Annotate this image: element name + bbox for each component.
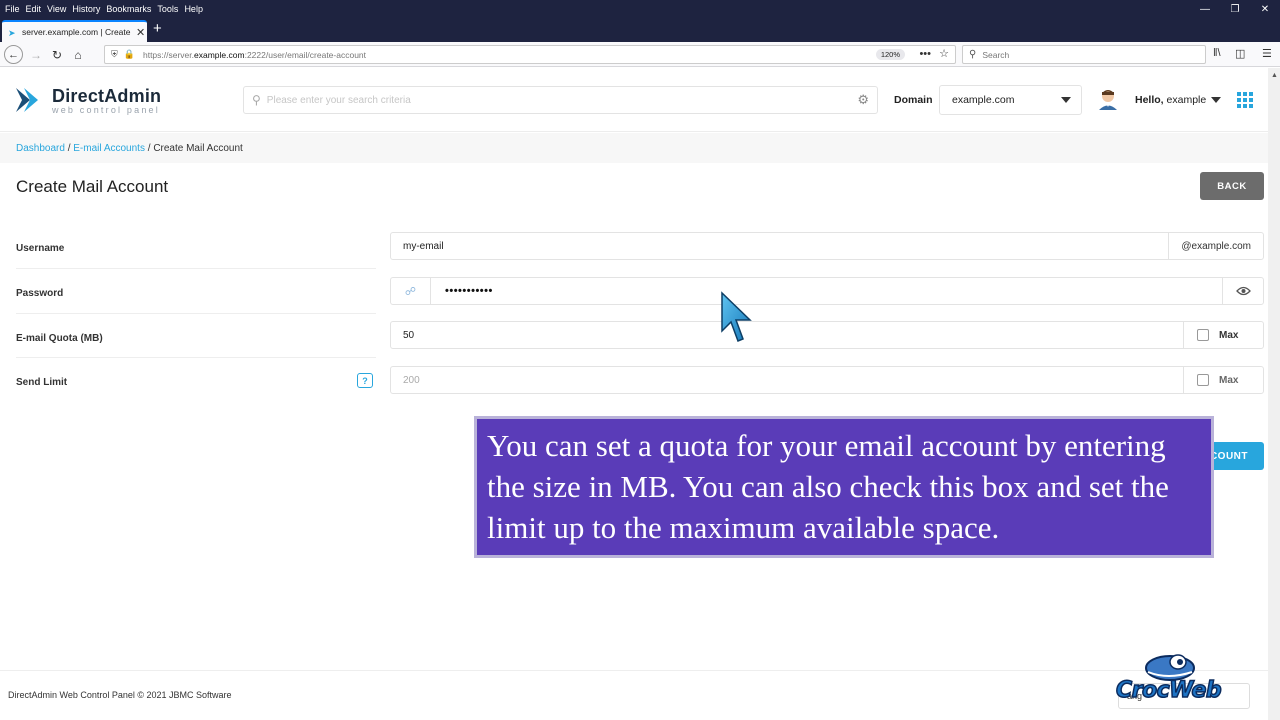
row-divider	[16, 268, 376, 269]
domain-select[interactable]: example.com	[939, 85, 1082, 115]
caption-text: You can set a quota for your email accou…	[487, 428, 1169, 545]
da-header: DirectAdmin web control panel ⚲ Please e…	[0, 68, 1280, 132]
logo-subtitle: web control panel	[52, 104, 160, 115]
browser-search-box[interactable]: ⚲ Search	[962, 45, 1206, 64]
url-bar[interactable]: ⛨ 🔒 https://server.example.com:2222/user…	[104, 45, 956, 64]
send-limit-field[interactable]: 200 Max	[390, 366, 1264, 394]
close-tab-icon[interactable]: ✕	[136, 26, 145, 39]
window-controls: — ❐ ✕	[1190, 0, 1280, 18]
menu-bookmarks[interactable]: Bookmarks	[106, 4, 151, 14]
password-value: •••••••••••	[445, 285, 493, 297]
back-arrow-icon[interactable]: ←	[4, 45, 23, 64]
shield-icon[interactable]: ⛨	[111, 49, 118, 60]
crocweb-watermark: CrocWeb	[1112, 648, 1252, 714]
browser-menubar: File Edit View History Bookmarks Tools H…	[0, 0, 1280, 18]
domain-suffix: @example.com	[1168, 233, 1263, 259]
reload-icon[interactable]: ↻	[47, 45, 67, 65]
quota-max-label: Max	[1219, 329, 1239, 341]
browser-tab[interactable]: ➤ server.example.com | Create M ✕	[2, 20, 147, 42]
logo-title: DirectAdmin	[52, 85, 162, 106]
checkbox-icon[interactable]	[1197, 329, 1209, 341]
help-icon[interactable]: ?	[357, 373, 373, 388]
breadcrumb-dashboard[interactable]: Dashboard	[16, 143, 65, 154]
username-value: my-email	[403, 241, 444, 252]
directadmin-logo[interactable]: DirectAdmin web control panel	[16, 84, 161, 116]
password-field[interactable]: ☍ •••••••••••	[390, 277, 1264, 305]
breadcrumb-current: Create Mail Account	[153, 143, 243, 154]
menu-tools[interactable]: Tools	[157, 4, 178, 14]
breadcrumb-separator: /	[147, 143, 151, 154]
menu-history[interactable]: History	[72, 4, 100, 14]
breadcrumb-bar: Dashboard / E-mail Accounts / Create Mai…	[0, 133, 1280, 163]
eye-icon	[1235, 286, 1251, 296]
row-divider	[16, 313, 376, 314]
chevron-down-icon	[1061, 97, 1071, 103]
domain-value: example.com	[952, 94, 1015, 106]
breadcrumb-separator: /	[67, 143, 71, 154]
video-caption: You can set a quota for your email accou…	[474, 416, 1214, 558]
mouse-cursor-icon	[721, 291, 752, 342]
row-divider	[16, 357, 376, 358]
quota-max-checkbox[interactable]: Max	[1183, 322, 1263, 348]
page-scrollbar[interactable]: ▲	[1268, 68, 1280, 720]
menu-edit[interactable]: Edit	[26, 4, 42, 14]
chevron-down-icon[interactable]	[1211, 97, 1221, 103]
send-limit-placeholder: 200	[403, 375, 420, 386]
back-button[interactable]: BACK	[1200, 172, 1264, 200]
directadmin-logo-icon	[16, 88, 38, 112]
quota-field[interactable]: 50 Max	[390, 321, 1264, 349]
crocweb-logo-text: CrocWeb	[1115, 677, 1222, 704]
username-label: Username	[16, 243, 65, 254]
library-icon[interactable]: ‖\	[1213, 47, 1221, 59]
send-limit-label: Send Limit	[16, 377, 68, 388]
zoom-badge[interactable]: 120%	[875, 49, 905, 60]
apps-grid-icon[interactable]	[1237, 92, 1253, 108]
checkbox-icon[interactable]	[1197, 374, 1209, 386]
sidebar-icon[interactable]: ◫	[1235, 47, 1245, 60]
search-icon: ⚲	[969, 49, 977, 60]
password-label: Password	[16, 288, 64, 299]
menu-view[interactable]: View	[47, 4, 66, 14]
search-icon: ⚲	[252, 93, 261, 107]
gear-icon[interactable]: ⚙	[857, 92, 869, 108]
breadcrumb-email-accounts[interactable]: E-mail Accounts	[73, 143, 145, 154]
forward-arrow-icon[interactable]: →	[26, 45, 46, 65]
tab-strip: ➤ server.example.com | Create M ✕ +	[0, 18, 1280, 42]
footer-copyright: DirectAdmin Web Control Panel © 2021 JBM…	[8, 690, 232, 700]
menu-file[interactable]: File	[5, 4, 20, 14]
user-avatar-icon[interactable]	[1098, 88, 1118, 110]
hamburger-menu-icon[interactable]: ☰	[1262, 47, 1272, 60]
lock-icon[interactable]: 🔒	[124, 49, 135, 60]
hello-user[interactable]: Hello, example	[1135, 94, 1206, 106]
new-tab-icon[interactable]: +	[153, 20, 162, 37]
quota-label: E-mail Quota (MB)	[16, 333, 103, 344]
page-actions-icon[interactable]: •••	[919, 48, 931, 60]
scroll-up-icon[interactable]: ▲	[1271, 72, 1278, 79]
generate-password-icon[interactable]: ☍	[391, 278, 431, 304]
username-field[interactable]: my-email @example.com	[390, 232, 1264, 260]
send-limit-max-label: Max	[1219, 374, 1239, 386]
da-search-placeholder: Please enter your search criteria	[266, 94, 411, 106]
bookmark-star-icon[interactable]: ☆	[939, 47, 949, 60]
tab-title: server.example.com | Create M	[22, 27, 132, 37]
browser-search-placeholder: Search	[982, 49, 1010, 60]
breadcrumb: Dashboard / E-mail Accounts / Create Mai…	[16, 143, 243, 154]
close-window-icon[interactable]: ✕	[1250, 0, 1280, 18]
quota-value: 50	[403, 330, 415, 341]
show-password-toggle[interactable]	[1222, 278, 1263, 304]
page-title: Create Mail Account	[16, 177, 169, 196]
restore-icon[interactable]: ❐	[1220, 0, 1250, 18]
home-icon[interactable]: ⌂	[68, 45, 88, 65]
domain-label: Domain	[894, 94, 933, 106]
minimize-icon[interactable]: —	[1190, 0, 1220, 18]
send-limit-max-checkbox[interactable]: Max	[1183, 367, 1263, 393]
footer: DirectAdmin Web Control Panel © 2021 JBM…	[0, 670, 1280, 720]
directadmin-favicon-icon: ➤	[8, 27, 16, 38]
menu-help[interactable]: Help	[184, 4, 203, 14]
url-text: https://server.example.com:2222/user/ema…	[142, 49, 367, 60]
browser-navbar: ← → ↻ ⌂ ⛨ 🔒 https://server.example.com:2…	[0, 42, 1280, 67]
da-search-input[interactable]: ⚲ Please enter your search criteria ⚙	[243, 86, 878, 114]
